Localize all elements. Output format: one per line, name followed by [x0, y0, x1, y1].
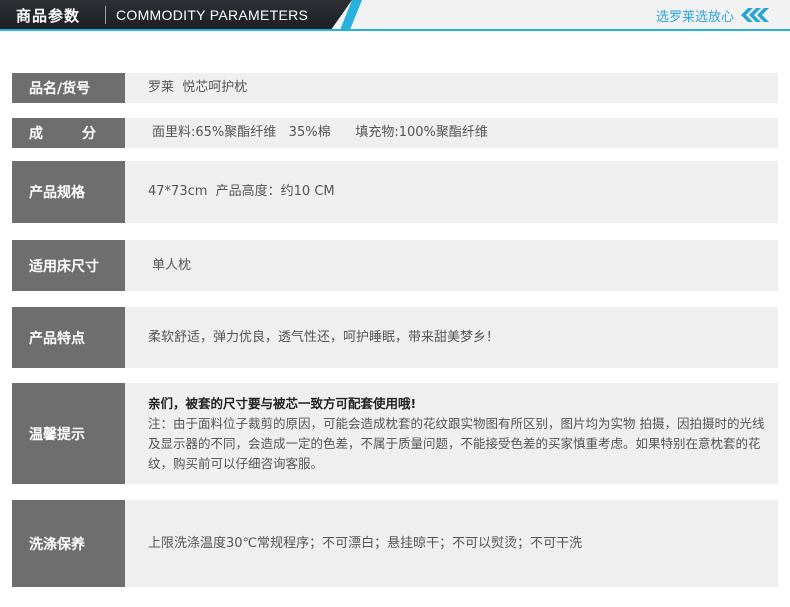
header-title-cn: 商品参数 — [16, 7, 81, 25]
param-row-product-name: 品名/货号 罗莱 悦芯呵护枕 — [12, 73, 778, 103]
param-row-specification: 产品规格 47*73cm 产品高度：约10 CM — [12, 161, 778, 223]
param-row-notice: 温馨提示 亲们，被套的尺寸要与被芯一致方可配套使用哦! 注：由于面料位子裁剪的原… — [12, 383, 778, 484]
row-label: 适用床尺寸 — [12, 240, 125, 291]
notice-body: 注：由于面料位子裁剪的原因，可能会造成枕套的花纹跟实物图有所区别，图片均为实物 … — [148, 416, 765, 471]
row-label: 成 分 — [12, 118, 125, 148]
row-label: 温馨提示 — [12, 383, 125, 484]
header-title-en: COMMODITY PARAMETERS — [116, 7, 309, 23]
row-value: 上限洗涤温度30℃常规程序；不可漂白；悬挂晾干；不可以熨烫；不可干洗 — [148, 500, 766, 587]
row-label: 产品特点 — [12, 307, 125, 368]
row-value-text: 罗莱 悦芯呵护枕 — [148, 80, 248, 95]
triple-chevron-left-icon — [741, 8, 769, 22]
row-value: 亲们，被套的尺寸要与被芯一致方可配套使用哦! 注：由于面料位子裁剪的原因，可能会… — [148, 383, 766, 484]
row-label: 品名/货号 — [12, 73, 125, 103]
row-value-text: 面里料:65%聚酯纤维 35%棉 填充物:100%聚酯纤维 — [152, 125, 488, 140]
header-bottom-line — [0, 29, 790, 31]
row-value: 面里料:65%聚酯纤维 35%棉 填充物:100%聚酯纤维 — [152, 118, 766, 148]
row-label: 洗涤保养 — [12, 500, 125, 587]
param-row-care: 洗涤保养 上限洗涤温度30℃常规程序；不可漂白；悬挂晾干；不可以熨烫；不可干洗 — [12, 500, 778, 587]
param-row-bed-size: 适用床尺寸 单人枕 — [12, 240, 778, 291]
param-row-features: 产品特点 柔软舒适，弹力优良，透气性还，呵护睡眠，带来甜美梦乡！ — [12, 307, 778, 368]
header-divider — [105, 6, 106, 24]
row-value-text: 47*73cm 产品高度：约10 CM — [148, 184, 335, 199]
header-slogan: 选罗莱选放心 — [655, 10, 734, 25]
row-value-text: 柔软舒适，弹力优良，透气性还，呵护睡眠，带来甜美梦乡！ — [148, 329, 500, 345]
row-value: 柔软舒适，弹力优良，透气性还，呵护睡眠，带来甜美梦乡！ — [148, 307, 766, 368]
notice-content: 亲们，被套的尺寸要与被芯一致方可配套使用哦! 注：由于面料位子裁剪的原因，可能会… — [148, 394, 766, 474]
row-value: 47*73cm 产品高度：约10 CM — [148, 161, 766, 223]
row-value: 罗莱 悦芯呵护枕 — [148, 73, 766, 103]
notice-headline: 亲们，被套的尺寸要与被芯一致方可配套使用哦! — [148, 396, 417, 411]
header-banner: 商品参数 COMMODITY PARAMETERS 选罗莱选放心 — [0, 0, 790, 31]
row-value: 单人枕 — [152, 240, 766, 291]
row-value-text: 上限洗涤温度30℃常规程序；不可漂白；悬挂晾干；不可以熨烫；不可干洗 — [148, 535, 583, 551]
param-row-composition: 成 分 面里料:65%聚酯纤维 35%棉 填充物:100%聚酯纤维 — [12, 118, 778, 148]
row-label: 产品规格 — [12, 161, 125, 223]
row-value-text: 单人枕 — [152, 257, 192, 273]
